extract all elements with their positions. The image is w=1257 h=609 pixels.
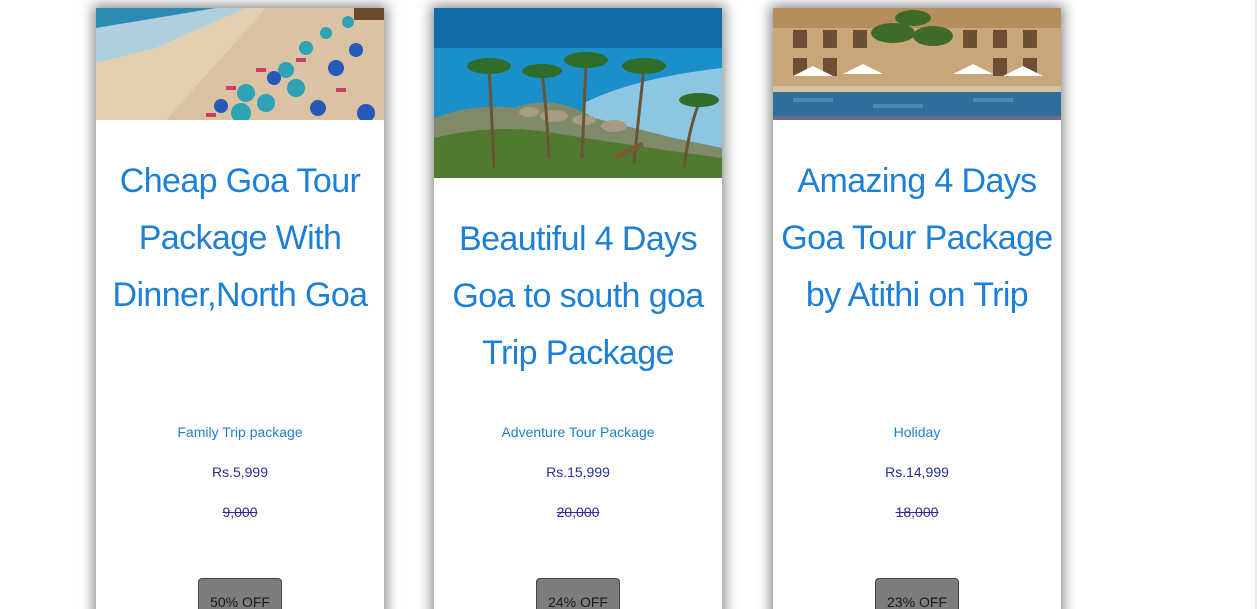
package-category: Family Trip package [177,424,303,440]
discount-badge[interactable]: 50% OFF [198,578,282,609]
beach-umbrellas-image[interactable] [96,8,384,120]
package-details: Family Trip package Rs.5,999 9,000 [96,422,384,522]
package-card[interactable]: Cheap Goa Tour Package With Dinner,North… [96,8,384,609]
package-original-price: 9,000 [222,504,258,520]
coastal-palm-cliff-image[interactable] [434,8,722,178]
package-original-price: 20,000 [556,504,600,520]
package-category: Adventure Tour Package [501,424,655,440]
discount-badge[interactable]: 23% OFF [875,578,959,609]
package-card[interactable]: Beautiful 4 Days Goa to south goa Trip P… [434,8,722,609]
package-title[interactable]: Beautiful 4 Days Goa to south goa Trip P… [434,211,722,382]
package-original-price: 18,000 [895,504,939,520]
package-price: Rs.15,999 [546,464,610,480]
package-card[interactable]: Amazing 4 Days Goa Tour Package by Atith… [773,8,1061,609]
package-price: Rs.5,999 [211,464,269,480]
package-category: Holiday [893,424,941,440]
package-title[interactable]: Cheap Goa Tour Package With Dinner,North… [96,153,384,324]
package-listing: Cheap Goa Tour Package With Dinner,North… [0,0,1257,609]
package-title[interactable]: Amazing 4 Days Goa Tour Package by Atith… [773,153,1061,324]
package-details: Adventure Tour Package Rs.15,999 20,000 [434,422,722,522]
resort-pool-image[interactable] [773,8,1061,120]
discount-badge[interactable]: 24% OFF [536,578,620,609]
package-details: Holiday Rs.14,999 18,000 [773,422,1061,522]
package-price: Rs.14,999 [885,464,949,480]
